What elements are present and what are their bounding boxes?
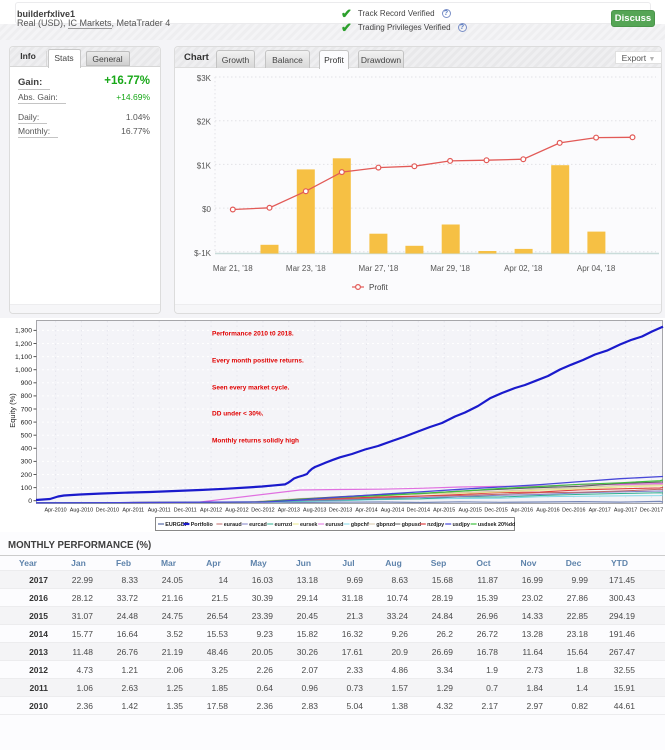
svg-text:eursek: eursek	[300, 522, 317, 528]
svg-text:1,300: 1,300	[15, 328, 32, 335]
svg-text:eurcad: eurcad	[249, 522, 267, 528]
svg-text:300: 300	[21, 459, 33, 466]
svg-text:nzdjpy: nzdjpy	[427, 522, 444, 528]
svg-text:Aug-2017: Aug-2017	[614, 508, 637, 514]
svg-text:Every month positive returns.: Every month positive returns.	[212, 358, 304, 365]
svg-text:Apr-2014: Apr-2014	[355, 508, 377, 514]
svg-text:Dec-2010: Dec-2010	[96, 508, 119, 514]
svg-text:Aug-2014: Aug-2014	[381, 508, 404, 514]
svg-text:200: 200	[21, 472, 33, 479]
svg-text:$2K: $2K	[197, 118, 212, 127]
svg-text:Portfolio: Portfolio	[191, 522, 214, 528]
svg-text:DD under < 30%.: DD under < 30%.	[212, 411, 264, 418]
svg-text:usdjpy: usdjpy	[453, 522, 470, 528]
svg-text:$-1K: $-1K	[194, 249, 212, 258]
svg-text:$0: $0	[202, 205, 211, 214]
svg-text:Aug-2016: Aug-2016	[536, 508, 559, 514]
svg-text:Performance 2010 t0 2018.: Performance 2010 t0 2018.	[212, 331, 294, 338]
svg-text:Aug-2013: Aug-2013	[303, 508, 326, 514]
svg-text:Apr-2012: Apr-2012	[200, 508, 222, 514]
svg-text:Apr-2010: Apr-2010	[45, 508, 67, 514]
svg-text:600: 600	[21, 419, 33, 426]
svg-text:Seen every market cycle.: Seen every market cycle.	[212, 385, 290, 392]
svg-text:Mar 29, '18: Mar 29, '18	[430, 264, 470, 273]
svg-text:100: 100	[21, 485, 33, 492]
svg-text:Profit: Profit	[369, 283, 388, 292]
svg-text:Equity (%): Equity (%)	[8, 393, 17, 428]
svg-text:700: 700	[21, 406, 33, 413]
svg-text:Aug-2015: Aug-2015	[459, 508, 482, 514]
svg-text:gbpchf: gbpchf	[351, 522, 369, 528]
svg-text:Apr-2016: Apr-2016	[511, 508, 533, 514]
svg-text:Mar 21, '18: Mar 21, '18	[213, 264, 253, 273]
svg-text:Apr-2015: Apr-2015	[433, 508, 455, 514]
svg-text:Dec-2014: Dec-2014	[407, 508, 430, 514]
svg-text:Mar 27, '18: Mar 27, '18	[359, 264, 399, 273]
svg-text:Apr 02, '18: Apr 02, '18	[504, 264, 543, 273]
svg-text:Dec-2012: Dec-2012	[251, 508, 274, 514]
svg-text:Aug-2012: Aug-2012	[225, 508, 248, 514]
svg-text:euraud: euraud	[224, 522, 242, 528]
svg-text:Apr-2013: Apr-2013	[278, 508, 300, 514]
svg-text:$1K: $1K	[197, 161, 212, 170]
svg-text:Apr-2017: Apr-2017	[589, 508, 611, 514]
svg-text:1,000: 1,000	[15, 367, 32, 374]
svg-text:eurnzd: eurnzd	[275, 522, 293, 528]
svg-text:900: 900	[21, 380, 33, 387]
svg-text:gbpnzd: gbpnzd	[376, 522, 395, 528]
svg-text:400: 400	[21, 446, 33, 453]
svg-text:usdsek 20%dd: usdsek 20%dd	[478, 522, 515, 528]
svg-text:Mar 23, '18: Mar 23, '18	[286, 264, 326, 273]
svg-text:Dec-2016: Dec-2016	[562, 508, 585, 514]
svg-text:Apr-2011: Apr-2011	[122, 508, 144, 514]
svg-text:gbpusd: gbpusd	[402, 522, 421, 528]
svg-text:Dec-2017: Dec-2017	[640, 508, 663, 514]
svg-text:0: 0	[28, 498, 32, 505]
svg-text:$3K: $3K	[197, 74, 212, 83]
svg-text:1,200: 1,200	[15, 341, 32, 348]
svg-text:800: 800	[21, 393, 33, 400]
svg-text:1,100: 1,100	[15, 354, 32, 361]
svg-text:Aug-2010: Aug-2010	[70, 508, 93, 514]
svg-text:Monthly returns solidly high: Monthly returns solidly high	[212, 438, 299, 445]
svg-text:Dec-2011: Dec-2011	[174, 508, 197, 514]
svg-text:Apr 04, '18: Apr 04, '18	[577, 264, 616, 273]
svg-text:500: 500	[21, 433, 33, 440]
svg-text:Aug-2011: Aug-2011	[148, 508, 171, 514]
svg-text:eurusd: eurusd	[325, 522, 343, 528]
svg-text:Dec-2013: Dec-2013	[329, 508, 352, 514]
svg-text:Dec-2015: Dec-2015	[484, 508, 507, 514]
